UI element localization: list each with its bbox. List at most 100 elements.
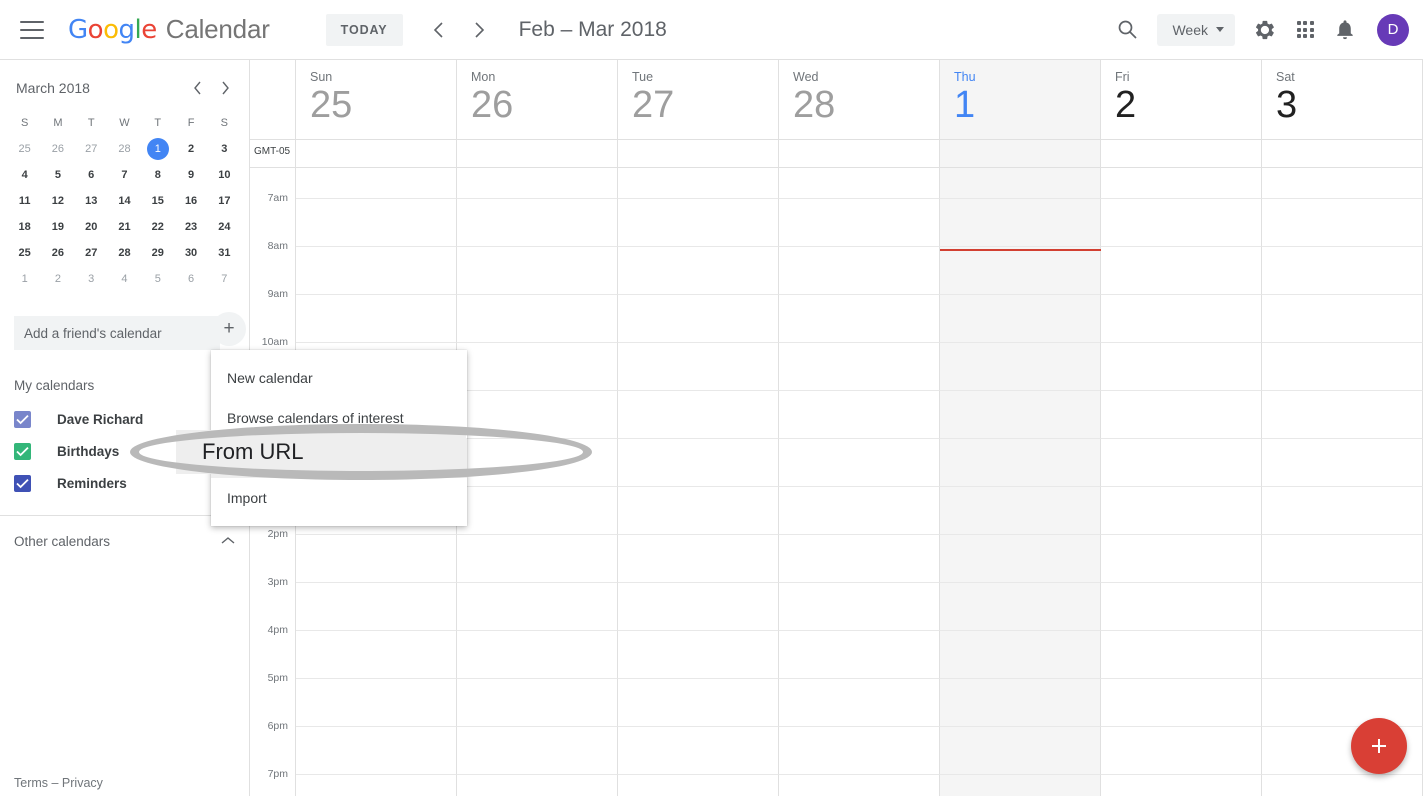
mini-calendar-day-label[interactable]: 19 [52, 221, 64, 233]
time-slot-cell[interactable] [618, 247, 779, 295]
mini-calendar-day-cell[interactable]: 31 [208, 240, 241, 266]
day-number-label[interactable]: 25 [310, 85, 456, 126]
time-slot-cell[interactable] [457, 199, 618, 247]
mini-calendar-day-cell[interactable]: 18 [8, 214, 41, 240]
mini-calendar-day-cell[interactable]: 14 [108, 188, 141, 214]
mini-calendar-day-label[interactable]: 6 [188, 273, 194, 285]
calendar-checkbox[interactable] [14, 442, 31, 460]
time-slot-cell[interactable] [1262, 631, 1423, 679]
mini-calendar-day-cell[interactable]: 12 [41, 188, 74, 214]
time-slot-cell[interactable] [940, 535, 1101, 583]
time-slot-cell[interactable] [1262, 199, 1423, 247]
mini-calendar-day-cell[interactable]: 3 [208, 136, 241, 162]
time-slot-cell[interactable] [779, 727, 940, 775]
mini-calendar-day-cell[interactable]: 25 [8, 240, 41, 266]
mini-calendar-day-cell[interactable]: 10 [208, 162, 241, 188]
all-day-cell[interactable] [296, 140, 457, 167]
menu-item-new-calendar[interactable]: New calendar [211, 358, 467, 398]
mini-calendar-day-label[interactable]: 7 [121, 169, 127, 181]
mini-calendar-day-label[interactable]: 8 [155, 169, 161, 181]
mini-calendar-day-cell[interactable]: 29 [141, 240, 174, 266]
time-slot-cell[interactable] [296, 583, 457, 631]
hamburger-icon[interactable] [20, 20, 44, 39]
mini-calendar-day-cell[interactable]: 28 [108, 136, 141, 162]
mini-calendar-day-label[interactable]: 10 [218, 169, 230, 181]
time-slot-cell[interactable] [779, 487, 940, 535]
mini-calendar-day-label[interactable]: 5 [55, 169, 61, 181]
mini-calendar-day-cell[interactable]: 9 [174, 162, 207, 188]
mini-calendar-prev-icon[interactable] [183, 74, 211, 102]
mini-calendar-day-label[interactable]: 14 [118, 195, 130, 207]
day-number-label[interactable]: 26 [471, 85, 617, 126]
all-day-cell[interactable] [618, 140, 779, 167]
mini-calendar-day-cell[interactable]: 13 [75, 188, 108, 214]
mini-calendar-next-icon[interactable] [211, 74, 239, 102]
time-slot-cell[interactable] [618, 535, 779, 583]
add-calendar-button[interactable]: + [212, 312, 246, 346]
mini-calendar-grid[interactable]: S M T W T F S 25 26 27 28 1 2 3 4 5 6 7 8 9 10 11 12 13 14 15 16 17… [0, 108, 249, 292]
mini-calendar-day-label[interactable]: 26 [52, 143, 64, 155]
time-slot-cell[interactable] [1262, 343, 1423, 391]
time-slot-cell[interactable] [940, 168, 1101, 199]
day-header-wed[interactable]: Wed 28 [779, 60, 940, 139]
time-slot-cell[interactable] [779, 343, 940, 391]
time-slot-cell[interactable] [618, 391, 779, 439]
create-event-fab[interactable] [1351, 718, 1407, 774]
time-slot-cell[interactable] [940, 439, 1101, 487]
time-slot-cell[interactable] [1101, 295, 1262, 343]
time-slot-cell[interactable] [940, 727, 1101, 775]
time-slot-cell[interactable] [1101, 247, 1262, 295]
time-slot-cell[interactable] [457, 535, 618, 583]
mini-calendar-day-label[interactable]: 26 [52, 247, 64, 259]
mini-calendar-day-cell[interactable]: 24 [208, 214, 241, 240]
mini-calendar-day-cell[interactable]: 2 [41, 266, 74, 292]
mini-calendar-day-label[interactable]: 23 [185, 221, 197, 233]
mini-calendar-day-cell[interactable]: 1 [8, 266, 41, 292]
time-slot-cell[interactable] [1101, 535, 1262, 583]
time-slot-cell[interactable] [779, 583, 940, 631]
mini-calendar-day-label[interactable]: 27 [85, 247, 97, 259]
day-number-label[interactable]: 28 [793, 85, 939, 126]
time-slot-cell[interactable] [779, 391, 940, 439]
mini-calendar-day-cell[interactable]: 22 [141, 214, 174, 240]
mini-calendar-day-cell[interactable]: 19 [41, 214, 74, 240]
mini-calendar-day-label[interactable]: 13 [85, 195, 97, 207]
mini-calendar-day-label[interactable]: 25 [19, 247, 31, 259]
time-slot-cell[interactable] [779, 679, 940, 727]
all-day-cell[interactable] [1262, 140, 1423, 167]
add-friend-calendar-input[interactable] [14, 316, 220, 350]
time-slot-cell[interactable] [296, 775, 457, 796]
time-slot-cell[interactable] [296, 535, 457, 583]
day-header-sun[interactable]: Sun 25 [296, 60, 457, 139]
day-header-sat[interactable]: Sat 3 [1262, 60, 1423, 139]
time-slot-cell[interactable] [1262, 391, 1423, 439]
day-header-thu[interactable]: Thu 1 [940, 60, 1101, 139]
mini-calendar-day-cell[interactable]: 23 [174, 214, 207, 240]
mini-calendar-day-cell[interactable]: 20 [75, 214, 108, 240]
time-slot-cell[interactable] [940, 487, 1101, 535]
mini-calendar-day-cell[interactable]: 7 [208, 266, 241, 292]
time-slot-cell[interactable] [457, 391, 618, 439]
time-slot-cell[interactable] [1262, 775, 1423, 796]
calendar-checkbox[interactable] [14, 410, 31, 428]
time-slot-cell[interactable] [940, 295, 1101, 343]
mini-calendar-day-cell[interactable]: 26 [41, 136, 74, 162]
all-day-cell[interactable] [940, 140, 1101, 167]
time-slot-cell[interactable] [1101, 439, 1262, 487]
mini-calendar-day-label[interactable]: 16 [185, 195, 197, 207]
all-day-row[interactable]: GMT-05 [250, 140, 1423, 168]
time-slot-cell[interactable] [457, 631, 618, 679]
time-slot-cell[interactable] [1262, 439, 1423, 487]
mini-calendar-day-cell[interactable]: 28 [108, 240, 141, 266]
all-day-cell[interactable] [457, 140, 618, 167]
mini-calendar-day-cell[interactable]: 5 [41, 162, 74, 188]
time-slot-cell[interactable] [940, 583, 1101, 631]
mini-calendar-day-cell[interactable]: 30 [174, 240, 207, 266]
day-header-fri[interactable]: Fri 2 [1101, 60, 1262, 139]
time-slot-cell[interactable] [940, 199, 1101, 247]
time-slot-cell[interactable] [457, 295, 618, 343]
time-slot-cell[interactable] [1262, 583, 1423, 631]
time-slot-cell[interactable] [940, 343, 1101, 391]
today-button[interactable]: TODAY [325, 13, 403, 46]
time-slot-cell[interactable] [618, 679, 779, 727]
